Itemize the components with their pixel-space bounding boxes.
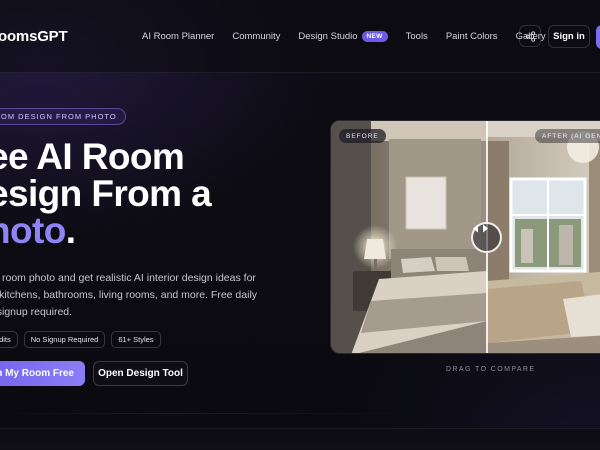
sign-in-button[interactable]: Sign in (548, 25, 590, 48)
before-label: BEFORE (339, 129, 386, 143)
room-photo (331, 121, 600, 353)
share-icon (525, 30, 535, 42)
after-label: AFTER (AI GENE (535, 129, 600, 143)
drag-to-compare-caption: DRAG TO COMPARE (446, 366, 536, 373)
get-started-button-edge[interactable] (596, 25, 600, 49)
chip-styles: 61+ Styles (111, 331, 161, 348)
chip-credits: Credits (0, 331, 18, 348)
headline-line-2: esign From a (0, 173, 212, 214)
headline-period: . (65, 210, 76, 251)
nav-link-ai-room-planner[interactable]: AI Room Planner (142, 31, 214, 42)
top-navigation: oomsGPT AI Room Planner Community Design… (0, 0, 600, 73)
nav-link-tools[interactable]: Tools (406, 31, 428, 42)
design-my-room-button[interactable]: gn My Room Free (0, 361, 85, 386)
open-design-tool-button[interactable]: Open Design Tool (93, 361, 188, 386)
chip-no-signup: No Signup Required (23, 331, 106, 348)
share-button[interactable] (519, 25, 541, 47)
section-divider (0, 413, 420, 414)
hero-headline: ee AI Room esign From a hoto. (0, 138, 308, 249)
description-line-1: ny room photo and get realistic AI inter… (0, 272, 256, 284)
hero-description: ny room photo and get realistic AI inter… (0, 270, 278, 321)
new-badge: NEW (361, 31, 388, 42)
brand-logo[interactable]: oomsGPT (0, 28, 68, 45)
nav-link-community[interactable]: Community (232, 31, 280, 42)
nav-link-design-studio-label: Design Studio (298, 31, 358, 42)
eyebrow-badge: OM DESIGN FROM PHOTO (0, 108, 126, 125)
nav-link-paint-colors[interactable]: Paint Colors (446, 31, 498, 42)
next-section-edge (0, 428, 600, 450)
nav-links: AI Room Planner Community Design Studio … (142, 31, 564, 42)
headline-line-1: ee AI Room (0, 136, 185, 177)
compare-slider-handle[interactable] (471, 222, 502, 253)
description-line-3: o signup required. (0, 306, 73, 318)
headline-accent: hoto (0, 210, 66, 251)
before-after-compare[interactable]: BEFORE AFTER (AI GENE (330, 120, 600, 354)
feature-chips: Credits No Signup Required 61+ Styles (0, 331, 167, 348)
arrows-left-right-icon (473, 224, 488, 233)
nav-link-design-studio[interactable]: Design Studio NEW (298, 31, 388, 42)
description-line-2: s, kitchens, bathrooms, living rooms, an… (0, 289, 258, 301)
